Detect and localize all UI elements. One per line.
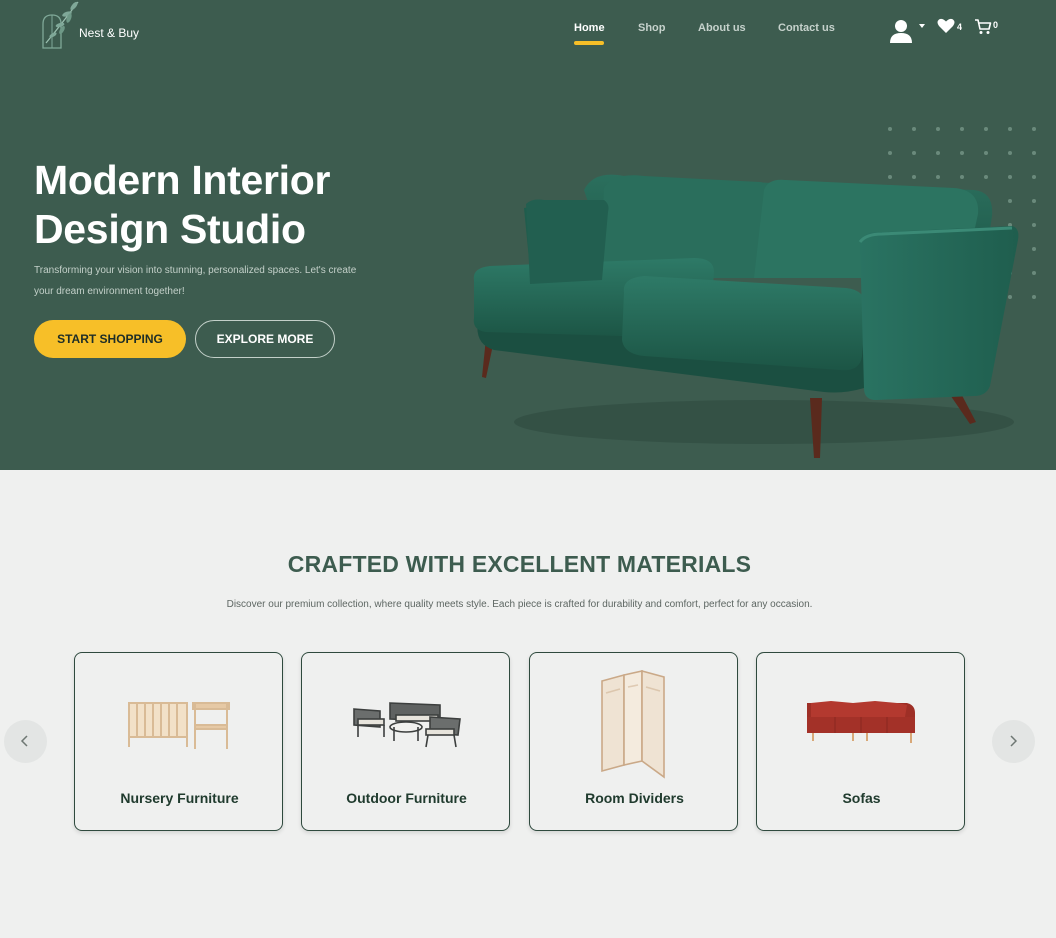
hero-subtitle: Transforming your vision into stunning, … [34, 265, 357, 297]
explore-more-button[interactable]: EXPLORE MORE [195, 320, 335, 358]
green-velvet-sofa-image [473, 174, 1019, 458]
carousel-prev-button[interactable] [4, 720, 47, 763]
hero-title: Modern Interior Design Studio [34, 156, 434, 254]
hero-title-line-1: Modern Interior [34, 157, 331, 203]
user-icon [890, 20, 912, 43]
start-shopping-button[interactable]: START SHOPPING [34, 320, 186, 358]
category-label: Room Dividers [585, 790, 684, 806]
nav-shop-label: Shop [638, 22, 666, 34]
category-label: Sofas [842, 790, 881, 806]
folding-screen-image [601, 669, 665, 779]
wishlist-button[interactable]: 4 [937, 18, 965, 36]
category-card-sofas[interactable]: Sofas [756, 652, 965, 831]
nav-shop[interactable]: Shop [638, 22, 666, 34]
active-nav-indicator [574, 41, 604, 45]
chevron-right-icon [1010, 735, 1018, 747]
cart-count: 0 [993, 20, 999, 30]
brand-name: Nest & Buy [79, 26, 140, 40]
category-card-room-dividers[interactable]: Room Dividers [529, 652, 738, 831]
wishlist-count: 4 [957, 22, 963, 32]
section-subtitle: Discover our premium collection, where q… [226, 599, 813, 610]
category-label: Nursery Furniture [120, 790, 239, 806]
section-title: CRAFTED WITH EXCELLENT MATERIALS [287, 551, 752, 577]
nav-contact[interactable]: Contact us [778, 22, 835, 34]
nav-contact-label: Contact us [778, 22, 835, 34]
cart-icon [975, 19, 992, 34]
brand-logo[interactable]: Nest & Buy [40, 0, 150, 52]
carousel-next-button[interactable] [992, 720, 1035, 763]
heart-icon [937, 18, 955, 33]
chevron-left-icon [20, 735, 28, 747]
nav-home[interactable]: Home [574, 22, 605, 45]
nav-home-label: Home [574, 22, 605, 34]
hero-title-line-2: Design Studio [34, 206, 306, 252]
user-menu-button[interactable] [889, 18, 913, 44]
chevron-down-icon[interactable] [919, 24, 925, 28]
category-label: Outdoor Furniture [346, 790, 467, 806]
category-card-nursery[interactable]: Nursery Furniture [74, 652, 283, 831]
leaf-arch-icon [42, 1, 79, 49]
category-card-outdoor[interactable]: Outdoor Furniture [301, 652, 510, 831]
nav-about-label: About us [698, 22, 746, 34]
cart-button[interactable]: 0 [974, 18, 1004, 36]
crib-image [128, 702, 230, 749]
patio-set-image [353, 702, 461, 748]
red-sofa-image [807, 701, 915, 743]
nav-about[interactable]: About us [698, 22, 746, 34]
hero-section: Nest & Buy Home Shop About us Contact us… [0, 0, 1056, 470]
